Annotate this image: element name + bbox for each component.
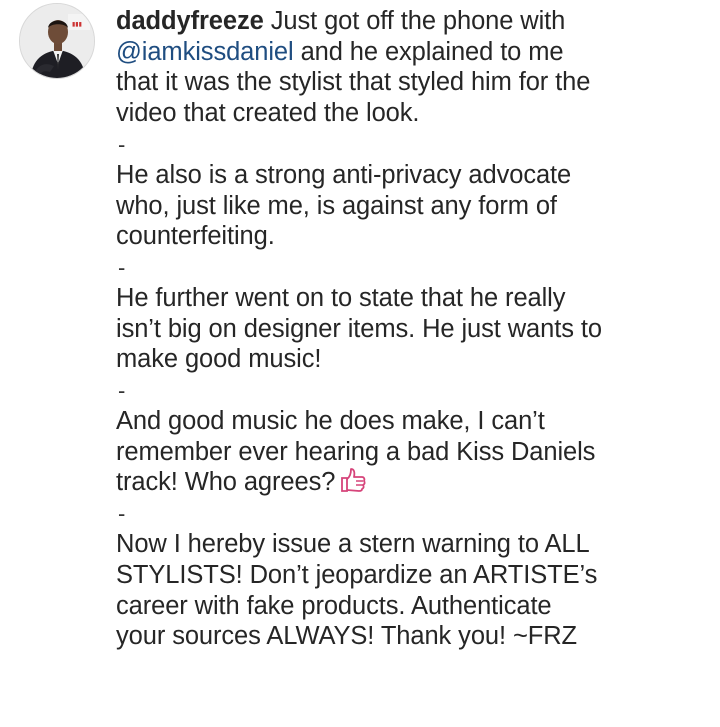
profile-photo-image: ▮▮▮ <box>20 4 94 78</box>
caption-line: remember ever hearing a bad Kiss Daniels <box>116 437 596 466</box>
username-link[interactable]: daddyfreeze <box>116 7 264 35</box>
caption-line: Now I hereby issue a stern warning to AL… <box>116 530 590 559</box>
profile-avatar[interactable]: ▮▮▮ <box>19 3 95 79</box>
caption-line: make good music! <box>116 345 322 374</box>
caption-line: He further went on to state that he real… <box>116 283 566 312</box>
caption-line: @iamkissdaniel and he explained to me <box>116 37 711 68</box>
caption-line: He also is a strong anti-privacy advocat… <box>116 160 572 189</box>
caption-line: that it was the stylist that styled him … <box>116 68 591 97</box>
caption-line: who, just like me, is against any form o… <box>116 191 557 220</box>
mention-link[interactable]: @iamkissdaniel <box>116 38 294 66</box>
paragraph-separator: - <box>118 131 126 157</box>
thumbs-up-icon <box>339 467 369 493</box>
caption-line: isn’t big on designer items. He just wan… <box>116 314 602 343</box>
caption-line: daddyfreeze Just got off the phone with <box>116 6 711 37</box>
caption-line: counterfeiting. <box>116 222 275 251</box>
caption-line: And good music he does make, I can’t <box>116 407 545 436</box>
paragraph-separator: - <box>118 501 126 527</box>
caption-text: and he explained to me <box>300 37 564 66</box>
svg-text:▮▮▮: ▮▮▮ <box>72 21 82 28</box>
caption-line: career with fake products. Authenticate <box>116 591 552 620</box>
caption-line: your sources ALWAYS! Thank you! ~FRZ <box>116 622 578 651</box>
caption-line: video that created the look. <box>116 99 420 128</box>
paragraph-separator: - <box>118 378 126 404</box>
caption-line: track! Who agrees? <box>116 467 711 498</box>
caption-text: Just got off the phone with <box>270 7 566 35</box>
comment-text: daddyfreeze Just got off the phone with … <box>116 6 711 652</box>
paragraph-separator: - <box>118 254 126 280</box>
caption-text: track! Who agrees? <box>116 468 336 497</box>
instagram-comment: ▮▮▮ daddyfreeze Just got off the phone w… <box>0 0 720 727</box>
caption-line: STYLISTS! Don’t jeopardize an ARTISTE’s <box>116 560 598 589</box>
